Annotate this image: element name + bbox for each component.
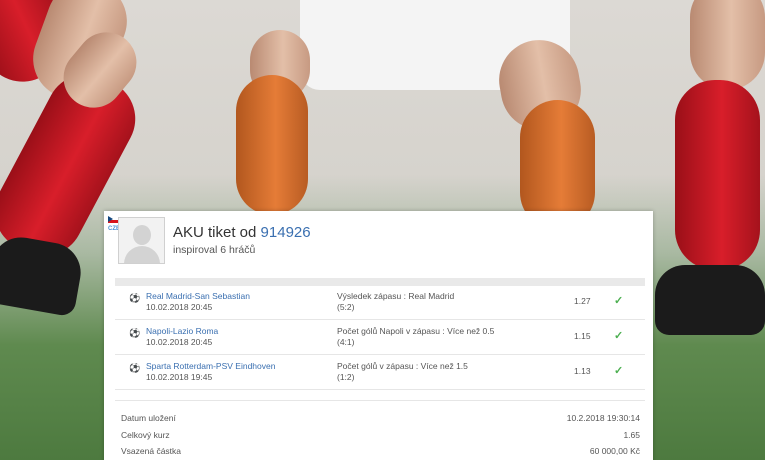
soccer-ball-icon: ⚽ (129, 293, 141, 303)
match-score: (1:2) (337, 372, 355, 382)
stake-value: 60 000,00 Kč (589, 446, 640, 456)
soccer-ball-icon: ⚽ (129, 328, 141, 338)
match-score: (5:2) (337, 302, 355, 312)
inspired-count: inspiroval 6 hráčů (173, 244, 255, 256)
bet-description: Výsledek zápasu : Real Madrid (337, 291, 455, 301)
ticket-title: AKU tiket od 914926 (173, 224, 311, 241)
summary-total-odds: Celkový kurz 1.65 (115, 430, 640, 444)
summary-divider (115, 400, 645, 401)
check-icon: ✓ (614, 330, 624, 342)
bet-row: ⚽ Sparta Rotterdam-PSV Eindhoven 10.02.2… (115, 356, 645, 390)
bet-description: Počet gólů Napoli v zápasu : Více než 0.… (337, 326, 495, 336)
match-link[interactable]: Napoli-Lazio Roma (146, 326, 218, 336)
inspired-number: 6 (220, 244, 227, 256)
match-datetime: 10.02.2018 20:45 (146, 302, 213, 312)
bet-odds: 1.15 (574, 331, 591, 341)
match-datetime: 10.02.2018 19:45 (146, 372, 213, 382)
saved-date-label: Datum uložení (121, 413, 176, 423)
bet-row: ⚽ Napoli-Lazio Roma 10.02.2018 20:45 Poč… (115, 321, 645, 355)
total-odds-label: Celkový kurz (121, 430, 170, 440)
inspired-prefix: inspiroval (173, 244, 218, 256)
bet-odds: 1.27 (574, 296, 591, 306)
check-icon: ✓ (614, 365, 624, 377)
stake-label: Vsazená částka (121, 446, 182, 456)
total-odds-value: 1.65 (623, 430, 640, 440)
soccer-ball-icon: ⚽ (129, 363, 141, 373)
match-datetime: 10.02.2018 20:45 (146, 337, 213, 347)
check-icon: ✓ (614, 295, 624, 307)
summary-saved-date: Datum uložení 10.2.2018 19:30:14 (115, 413, 640, 427)
divider-band (115, 278, 645, 286)
match-link[interactable]: Sparta Rotterdam-PSV Eindhoven (146, 361, 275, 371)
avatar[interactable] (118, 217, 165, 264)
match-link[interactable]: Real Madrid-San Sebastian (146, 291, 250, 301)
saved-date-value: 10.2.2018 19:30:14 (566, 413, 640, 423)
bet-odds: 1.13 (574, 366, 591, 376)
match-score: (4:1) (337, 337, 355, 347)
bet-row: ⚽ Real Madrid-San Sebastian 10.02.2018 2… (115, 286, 645, 320)
inspired-suffix: hráčů (229, 244, 256, 256)
bet-description: Počet gólů v zápasu : Více než 1.5 (337, 361, 468, 371)
summary-stake: Vsazená částka 60 000,00 Kč (115, 446, 640, 460)
title-prefix: AKU tiket od (173, 224, 257, 241)
ticket-number-link[interactable]: 914926 (261, 224, 311, 241)
